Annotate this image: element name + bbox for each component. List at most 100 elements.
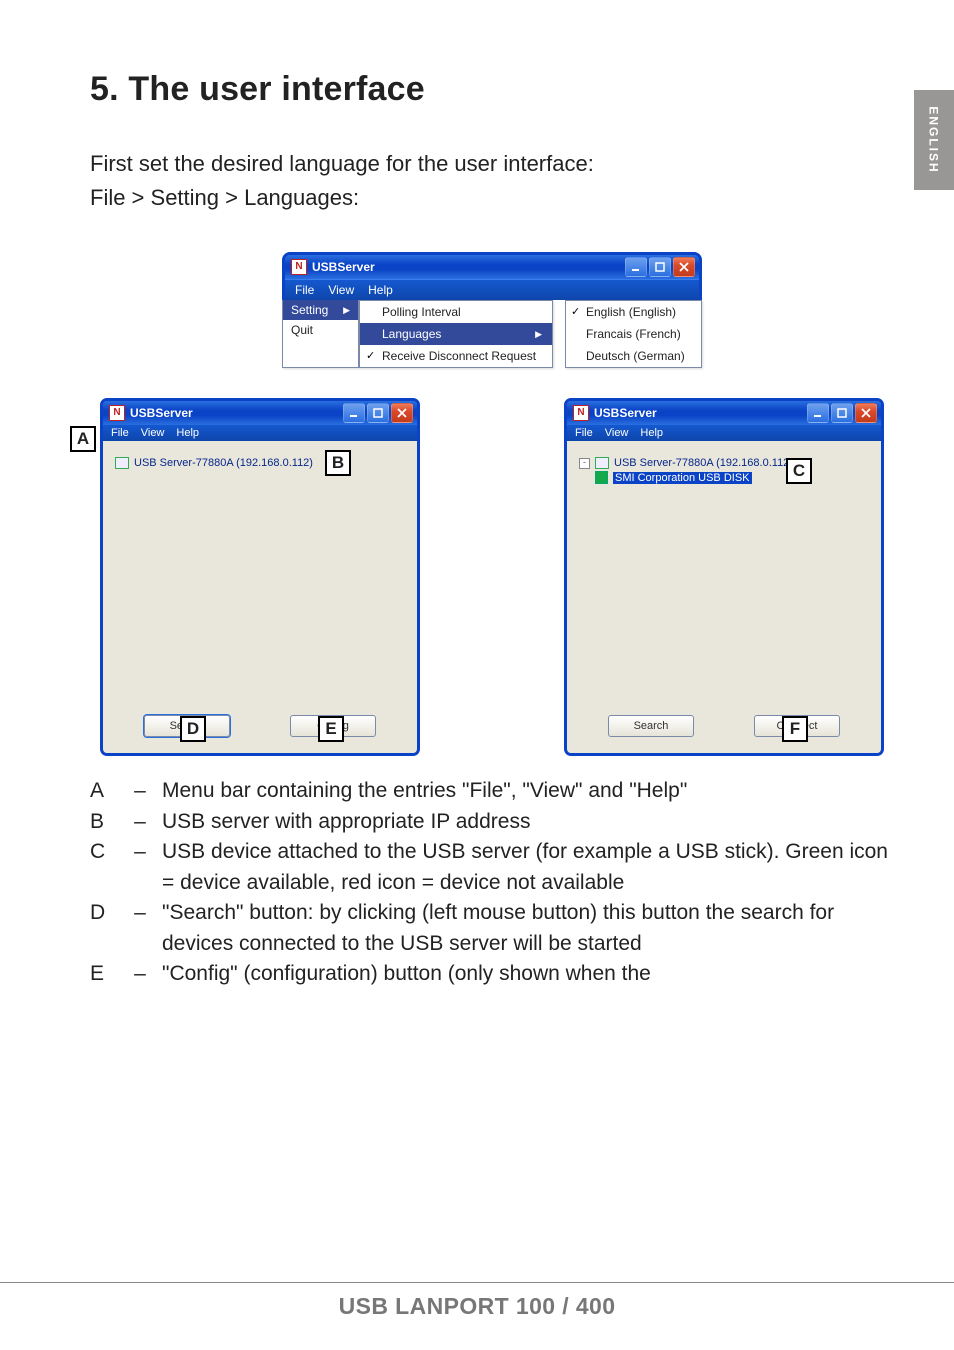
legend-row-B: B – USB server with appropriate IP addre…	[90, 807, 894, 837]
menu-item-quit-label: Quit	[291, 323, 313, 337]
app-icon	[573, 405, 589, 421]
maximize-button[interactable]	[831, 403, 853, 423]
page-title: 5. The user interface	[90, 70, 894, 109]
menu-help[interactable]: Help	[368, 283, 393, 297]
server-icon	[115, 457, 129, 469]
callout-D: D	[180, 716, 206, 742]
maximize-button[interactable]	[649, 257, 671, 277]
tree-toggle-icon[interactable]: -	[579, 458, 590, 469]
left-window: USBServer File View Help	[100, 398, 420, 756]
app-icon	[109, 405, 125, 421]
legend-letter: D	[90, 898, 118, 959]
lang-german-label: Deutsch (German)	[586, 349, 685, 363]
menu-bar[interactable]: File View Help	[567, 425, 881, 441]
lang-french-label: Francais (French)	[586, 327, 681, 341]
callout-C: C	[786, 458, 812, 484]
menu-item-setting-label: Setting	[291, 303, 328, 317]
minimize-button[interactable]	[343, 403, 365, 423]
callout-E: E	[318, 716, 344, 742]
menu-bar[interactable]: File View Help	[103, 425, 417, 441]
legend-row-C: C – USB device attached to the USB serve…	[90, 837, 894, 898]
legend-row-D: D – "Search" button: by clicking (left m…	[90, 898, 894, 959]
legend-text-C: USB device attached to the USB server (f…	[162, 837, 894, 898]
legend-dash: –	[128, 807, 152, 837]
app-icon	[291, 259, 307, 275]
menu-bar[interactable]: File View Help	[285, 279, 699, 300]
legend-row-A: A – Menu bar containing the entries "Fil…	[90, 776, 894, 806]
menu-view[interactable]: View	[141, 427, 165, 439]
lang-english[interactable]: ✓ English (English)	[566, 301, 701, 323]
chevron-right-icon: ▶	[535, 329, 542, 340]
menu-view[interactable]: View	[328, 283, 354, 297]
menu-item-languages-label: Languages	[382, 327, 441, 341]
legend-letter: B	[90, 807, 118, 837]
menu-view[interactable]: View	[605, 427, 629, 439]
lang-french[interactable]: Francais (French)	[566, 323, 701, 345]
legend-dash: –	[128, 837, 152, 898]
legend-letter: C	[90, 837, 118, 898]
menu-item-quit[interactable]: Quit	[283, 320, 358, 340]
usb-device-label: SMI Corporation USB DISK	[613, 472, 752, 484]
usb-server-label: USB Server-77880A (192.168.0.112)	[614, 457, 793, 469]
legend-dash: –	[128, 776, 152, 806]
checkmark-icon: ✓	[366, 349, 375, 362]
checkmark-icon: ✓	[571, 305, 580, 318]
legend-dash: –	[128, 898, 152, 959]
close-button[interactable]	[855, 403, 877, 423]
usb-server-node[interactable]: - USB Server-77880A (192.168.0.112)	[579, 457, 869, 469]
window-titlebar[interactable]: USBServer	[567, 401, 881, 425]
close-button[interactable]	[673, 257, 695, 277]
legend-text-B: USB server with appropriate IP address	[162, 807, 894, 837]
callout-F: F	[782, 716, 808, 742]
file-dropdown[interactable]: Setting ▶ Quit	[282, 300, 359, 368]
usb-server-label: USB Server-77880A (192.168.0.112)	[134, 457, 313, 469]
search-button[interactable]: Search	[608, 715, 694, 737]
legend-text-D: "Search" button: by clicking (left mouse…	[162, 898, 894, 959]
language-tab-label: ENGLISH	[927, 106, 941, 173]
menu-item-polling-label: Polling Interval	[382, 305, 461, 319]
legend-letter: E	[90, 959, 118, 989]
menu-item-receive-label: Receive Disconnect Request	[382, 349, 536, 363]
maximize-button[interactable]	[367, 403, 389, 423]
setting-dropdown[interactable]: Polling Interval Languages ▶ ✓ Receive D…	[359, 300, 553, 368]
right-window: USBServer File View Help	[564, 398, 884, 756]
intro-line-2: File > Setting > Languages:	[90, 183, 894, 213]
menu-item-polling[interactable]: Polling Interval	[360, 301, 552, 323]
menu-file[interactable]: File	[295, 283, 314, 297]
callout-A: A	[70, 426, 96, 452]
server-icon	[595, 457, 609, 469]
window-titlebar[interactable]: USBServer	[285, 255, 699, 279]
close-button[interactable]	[391, 403, 413, 423]
window-titlebar[interactable]: USBServer	[103, 401, 417, 425]
usb-device-node[interactable]: SMI Corporation USB DISK	[595, 471, 869, 484]
legend-dash: –	[128, 959, 152, 989]
legend-text-A: Menu bar containing the entries "File", …	[162, 776, 894, 806]
menu-file[interactable]: File	[111, 427, 129, 439]
language-tab: ENGLISH	[914, 90, 954, 190]
menu-item-languages[interactable]: Languages ▶	[360, 323, 552, 345]
lang-german[interactable]: Deutsch (German)	[566, 345, 701, 367]
legend-row-E: E – "Config" (configuration) button (onl…	[90, 959, 894, 989]
menu-help[interactable]: Help	[640, 427, 663, 439]
lang-english-label: English (English)	[586, 305, 676, 319]
window-title: USBServer	[130, 406, 193, 420]
legend-letter: A	[90, 776, 118, 806]
menu-help[interactable]: Help	[176, 427, 199, 439]
window-title: USBServer	[594, 406, 657, 420]
minimize-button[interactable]	[807, 403, 829, 423]
menu-file[interactable]: File	[575, 427, 593, 439]
menu-item-setting[interactable]: Setting ▶	[283, 300, 358, 320]
screenshot-language-menu: USBServer File View Help	[282, 252, 702, 368]
menu-item-receive-disconnect[interactable]: ✓ Receive Disconnect Request	[360, 345, 552, 367]
callout-B: B	[325, 450, 351, 476]
legend-list: A – Menu bar containing the entries "Fil…	[90, 776, 894, 989]
usb-server-node[interactable]: USB Server-77880A (192.168.0.112)	[115, 457, 405, 469]
chevron-right-icon: ▶	[343, 305, 350, 316]
device-status-icon	[595, 471, 608, 484]
window-title: USBServer	[312, 260, 375, 274]
page-footer: USB LANPORT 100 / 400	[0, 1282, 954, 1320]
languages-dropdown[interactable]: ✓ English (English) Francais (French) De…	[565, 300, 702, 368]
intro-line-1: First set the desired language for the u…	[90, 149, 894, 179]
minimize-button[interactable]	[625, 257, 647, 277]
legend-text-E: "Config" (configuration) button (only sh…	[162, 959, 894, 989]
